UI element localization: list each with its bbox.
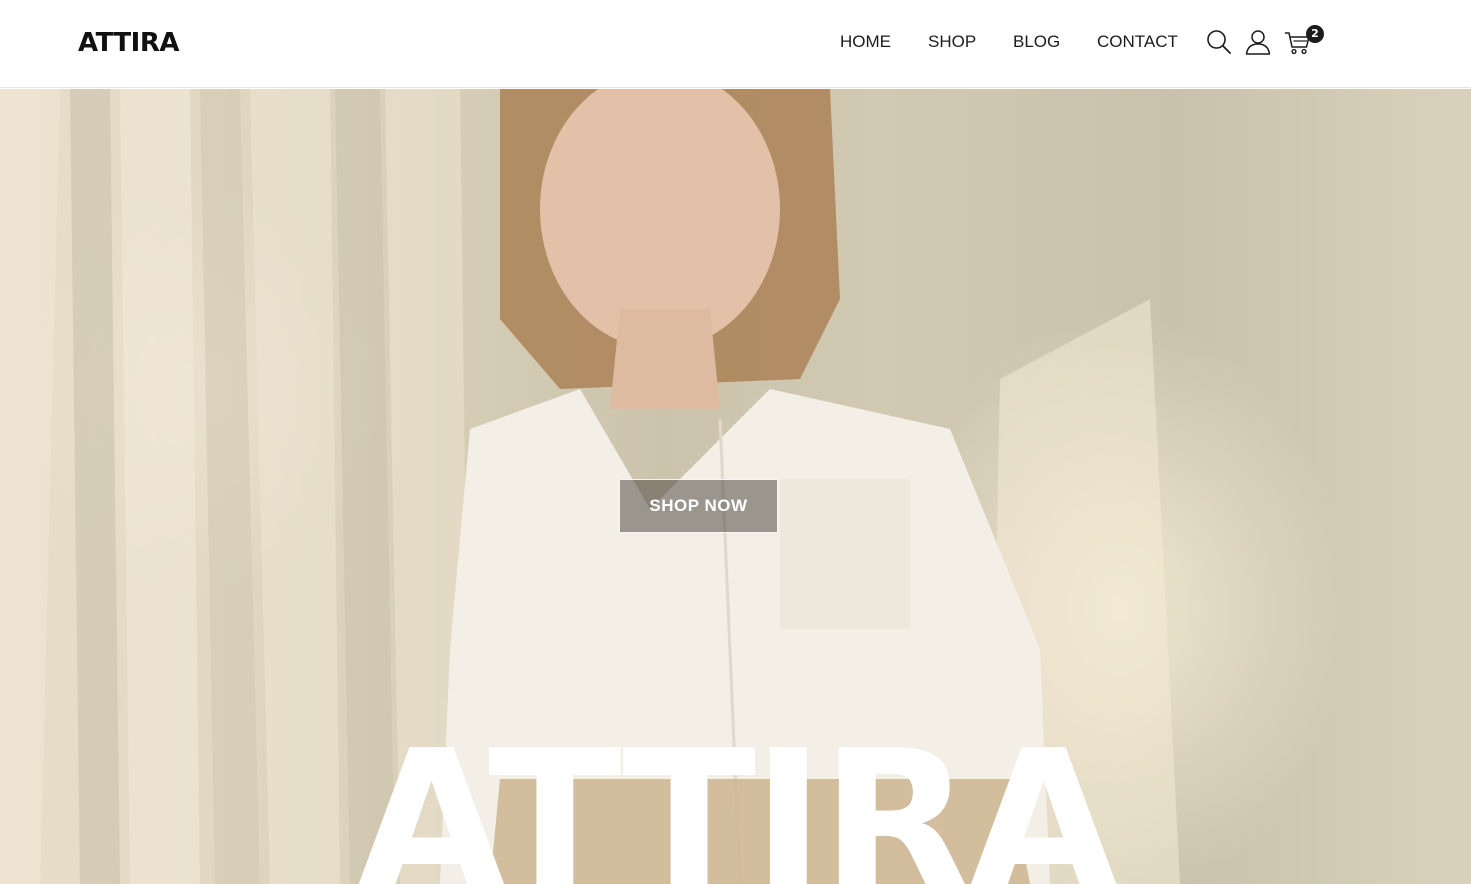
shop-now-button[interactable]: SHOP NOW: [619, 479, 778, 533]
account-button[interactable]: [1244, 28, 1272, 56]
nav-contact[interactable]: CONTACT: [1097, 32, 1178, 52]
search-button[interactable]: [1205, 28, 1233, 56]
site-header: ATTIRA HOME SHOP BLOG CONTACT 2: [0, 0, 1471, 88]
nav-blog[interactable]: BLOG: [1013, 32, 1060, 52]
user-icon: [1245, 30, 1271, 55]
cart-count-badge: 2: [1306, 25, 1324, 43]
hero-title: ATTIRA: [355, 709, 1120, 884]
nav-home[interactable]: HOME: [840, 32, 891, 52]
brand-logo[interactable]: ATTIRA: [78, 28, 180, 58]
search-icon: [1207, 30, 1231, 54]
nav-shop[interactable]: SHOP: [928, 32, 976, 52]
hero-banner: SHOP NOW ATTIRA: [0, 89, 1471, 884]
